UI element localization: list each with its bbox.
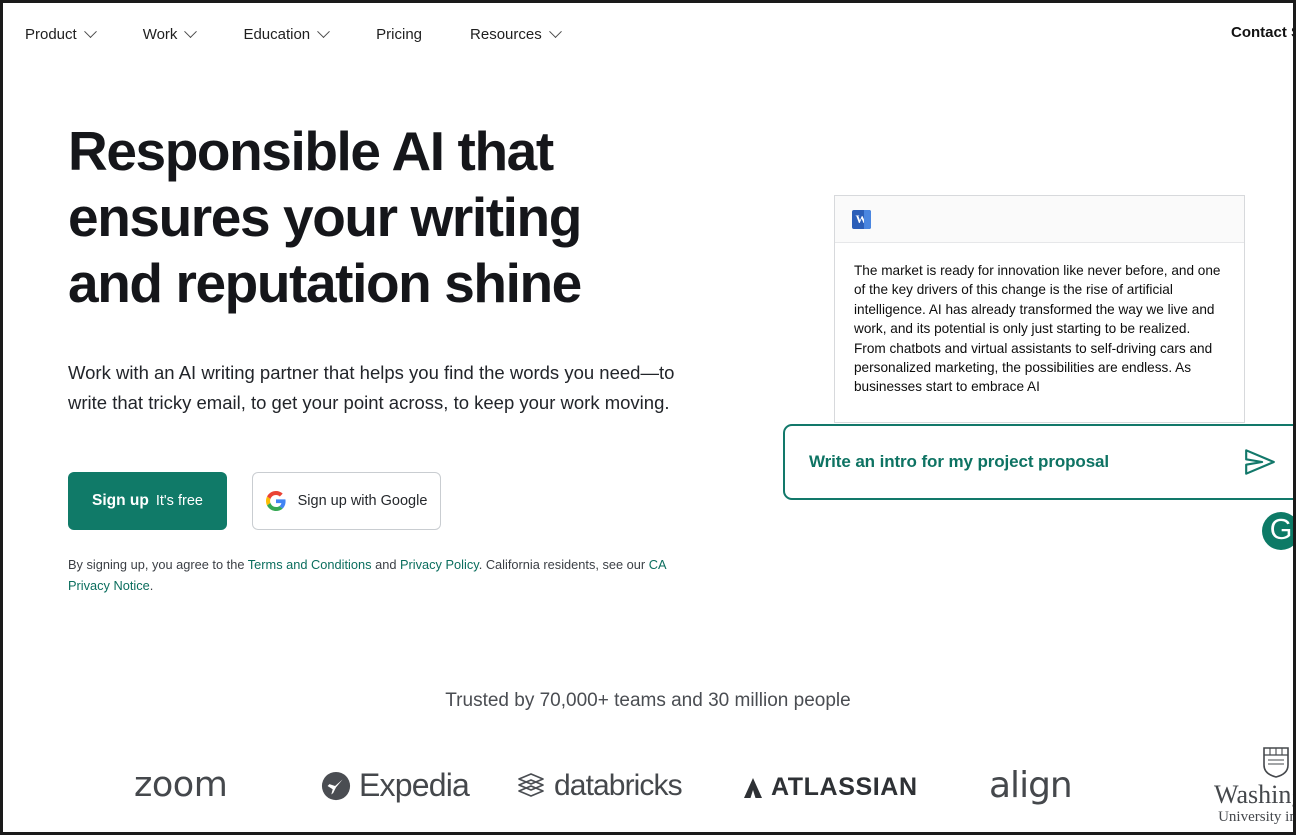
document-preview-card: W The market is ready for innovation lik… (834, 195, 1245, 423)
grammarly-g-icon: G (1269, 513, 1293, 546)
sign-up-button-subtitle: It's free (155, 493, 203, 509)
logo-expedia: Expedia (321, 767, 470, 804)
nav-contact-sales-link[interactable]: Contact S (1231, 24, 1293, 41)
logo-align-text: align (989, 765, 1073, 806)
sign-up-button[interactable]: Sign up It's free (68, 472, 227, 530)
logo-zoom: zoom (134, 765, 228, 805)
logo-databricks-text: databricks (554, 769, 683, 802)
legal-text-part1: By signing up, you agree to the (68, 557, 248, 572)
hero-subheading: Work with an AI writing partner that hel… (68, 362, 675, 413)
terms-and-conditions-link[interactable]: Terms and Conditions (248, 557, 372, 572)
ai-prompt-text: Write an intro for my project proposal (809, 452, 1110, 471)
document-toolbar: W (835, 196, 1244, 243)
logo-atlassian-text: ATLASSIAN (771, 773, 918, 801)
sign-up-with-google-button[interactable]: Sign up with Google (252, 472, 441, 530)
logo-atlassian: ATLASSIAN (743, 773, 918, 802)
grammarly-logo-badge[interactable]: G (1262, 512, 1293, 550)
privacy-policy-link[interactable]: Privacy Policy (400, 557, 479, 572)
ai-prompt-input[interactable]: Write an intro for my project proposal (783, 424, 1293, 500)
google-g-icon (265, 491, 286, 511)
nav-item-label: Resources (470, 25, 542, 43)
top-navigation-bar: Product Work Education Pricing Resources… (3, 3, 1293, 65)
nav-item-label: Work (142, 25, 178, 43)
nav-item-product[interactable]: Product (25, 24, 97, 43)
logo-databricks: databricks (517, 769, 683, 803)
sign-up-button-label: Sign up (92, 492, 149, 509)
logo-align: align (989, 765, 1073, 806)
chevron-down-icon (184, 24, 198, 38)
page-title: Responsible AI that ensures your writing… (68, 120, 582, 314)
customer-logo-row: zoom Expedia databricks ATLASSIAN align … (3, 747, 1293, 829)
chevron-down-icon (548, 24, 562, 38)
document-body-text: The market is ready for innovation like … (854, 263, 1221, 395)
nav-item-label: Pricing (376, 25, 423, 43)
legal-text-part4: . (149, 578, 154, 593)
legal-text-part3: . California residents, see our (478, 557, 649, 572)
legal-disclaimer: By signing up, you agree to the Terms an… (68, 554, 683, 596)
google-button-label: Sign up with Google (297, 493, 428, 509)
expedia-plane-icon (321, 771, 351, 800)
nav-item-label: Education (243, 25, 311, 43)
logo-washu-text: Washington (1214, 780, 1293, 809)
trusted-by-text: Trusted by 70,000+ teams and 30 million … (445, 690, 851, 711)
cta-button-row: Sign up It's free Sign up with Google (68, 472, 718, 530)
legal-text-part2: and (371, 557, 400, 572)
send-paper-plane-icon[interactable] (1243, 447, 1277, 477)
nav-item-work[interactable]: Work (142, 24, 198, 43)
page-root: Product Work Education Pricing Resources… (0, 0, 1296, 835)
chevron-down-icon (83, 24, 97, 38)
nav-item-label: Product (25, 25, 77, 43)
logo-washington-university: Washington University in St.Lo (1214, 745, 1296, 826)
logo-expedia-text: Expedia (359, 767, 470, 803)
atlassian-mark-icon (744, 777, 762, 798)
nav-links: Product Work Education Pricing Resources (25, 24, 562, 43)
nav-item-education[interactable]: Education (243, 24, 331, 43)
nav-item-resources[interactable]: Resources (470, 24, 562, 43)
logo-zoom-text: zoom (134, 765, 228, 805)
microsoft-word-icon: W (852, 209, 871, 229)
washu-shield-icon (1262, 747, 1289, 778)
chevron-down-icon (317, 24, 331, 38)
nav-item-pricing[interactable]: Pricing (376, 26, 422, 43)
hero-left-column: Responsible AI that ensures your writing… (68, 118, 718, 596)
databricks-stack-icon (518, 773, 544, 797)
logo-washu-subtext: University in St.Lo (1218, 809, 1296, 825)
